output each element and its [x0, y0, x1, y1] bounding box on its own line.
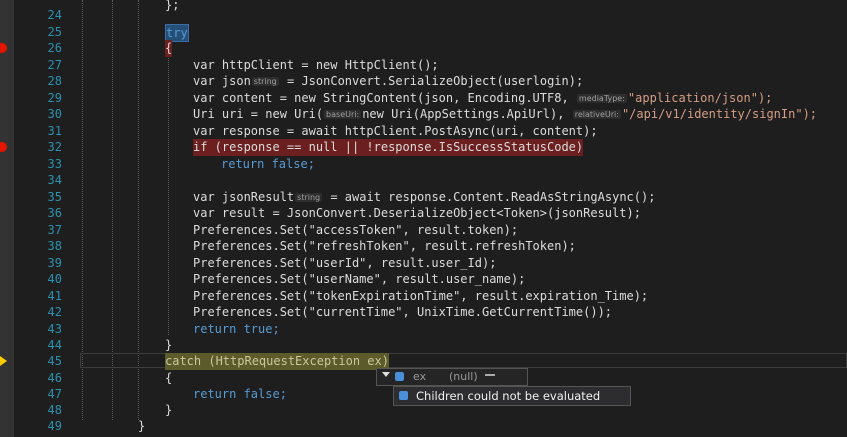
line-number: 32 — [47, 140, 62, 154]
code-line: 25 try — [0, 23, 847, 42]
line-number: 45 — [47, 354, 62, 368]
line-number: 24 — [47, 8, 62, 22]
code-fragment: "application/json"); — [627, 90, 773, 105]
code-text[interactable]: return false; — [193, 386, 287, 403]
line-number: 43 — [47, 321, 62, 336]
code-text[interactable]: Preferences.Set("userId", result.user_Id… — [193, 255, 496, 272]
code-line: 42 Preferences.Set("currentTime", UnixTi… — [0, 304, 847, 321]
code-text[interactable]: var content = new StringContent(json, En… — [193, 90, 772, 108]
datatip-child: Children could not be evaluated — [393, 386, 631, 406]
code-text[interactable]: } — [165, 337, 172, 354]
code-line: 29 var content = new StringContent(json,… — [0, 90, 847, 107]
code-line: 37 Preferences.Set("accessToken", result… — [0, 222, 847, 239]
code-text[interactable]: }; — [165, 0, 179, 14]
breakpoint-icon[interactable] — [0, 43, 7, 53]
code-line: 31 var response = await httpClient.PostA… — [0, 123, 847, 140]
code-fragment: var jsonResult — [193, 189, 295, 204]
code-text[interactable]: var result = JsonConvert.DeserializeObje… — [193, 205, 641, 222]
code-fragment: var json — [193, 74, 251, 88]
datatip-message: Children could not be evaluated — [416, 389, 601, 403]
code-line: 44 } — [0, 337, 847, 354]
code-line: 26 { — [0, 40, 847, 57]
line-number: 27 — [47, 57, 62, 72]
code-text[interactable]: var response = await httpClient.PostAsyn… — [193, 123, 598, 140]
info-icon — [399, 391, 408, 400]
code-line: 24 }; — [0, 0, 847, 24]
inlay-hint: string — [251, 77, 279, 86]
code-fragment: var content = new StringContent(json, En… — [193, 90, 576, 105]
code-text[interactable]: Preferences.Set("tokenExpirationTime", r… — [193, 288, 648, 305]
line-number: 28 — [47, 74, 62, 88]
code-line: 33 return false; — [0, 156, 847, 173]
code-text[interactable]: if (response == null || !response.IsSucc… — [193, 139, 584, 156]
code-text[interactable]: Preferences.Set("userName", result.user_… — [193, 271, 525, 288]
line-number: 37 — [47, 222, 62, 237]
code-text[interactable]: Uri uri = new Uri(baseUri: new Uri(AppSet… — [193, 106, 817, 124]
code-fragment: new Uri(AppSettings.ApiUrl), — [362, 107, 572, 121]
variable-icon — [395, 372, 404, 381]
line-number: 40 — [47, 272, 62, 286]
line-number: 36 — [47, 206, 62, 220]
code-line: 36 var result = JsonConvert.DeserializeO… — [0, 205, 847, 222]
line-number: 49 — [47, 419, 62, 433]
line-number: 42 — [47, 305, 62, 319]
code-text[interactable]: var json string = JsonConvert.SerializeOb… — [193, 73, 583, 91]
line-number: 29 — [47, 90, 62, 105]
datatip-var-value[interactable]: (null) — [449, 370, 478, 383]
line-number: 44 — [47, 338, 62, 352]
code-text[interactable]: var httpClient = new HttpClient(); — [193, 57, 439, 74]
inlay-hint: mediaType: — [576, 93, 627, 103]
code-text[interactable]: { — [165, 40, 173, 57]
line-number: 47 — [47, 387, 62, 401]
code-text[interactable]: Preferences.Set("accessToken", result.to… — [193, 222, 518, 239]
breakpoint-icon[interactable] — [0, 142, 7, 152]
code-text[interactable]: var jsonResult string = await response.Co… — [193, 189, 655, 207]
line-number: 35 — [47, 189, 62, 204]
line-number: 33 — [47, 156, 62, 171]
code-text[interactable]: return true; — [193, 321, 280, 338]
code-line: 34 — [0, 172, 847, 189]
line-number: 46 — [47, 371, 62, 385]
datatip[interactable]: ex (null) — [376, 368, 528, 386]
line-number: 26 — [47, 41, 62, 55]
code-fragment: "/api/v1/identity/signIn"); — [621, 107, 818, 121]
code-text[interactable]: } — [138, 418, 145, 435]
code-text[interactable]: { — [165, 370, 172, 387]
code-line: 32 if (response == null || !response.IsS… — [0, 139, 847, 156]
code-line: 49 } — [0, 418, 847, 435]
code-text[interactable]: return false; — [221, 156, 315, 173]
line-number: 38 — [47, 239, 62, 253]
code-line: 40 Preferences.Set("userName", result.us… — [0, 271, 847, 288]
line-number: 31 — [47, 123, 62, 138]
line-number: 34 — [47, 173, 62, 187]
code-text[interactable]: Preferences.Set("refreshToken", result.r… — [193, 238, 576, 255]
code-fragment: Uri uri = new Uri( — [193, 107, 324, 121]
code-fragment: = await response.Content.ReadAsStringAsy… — [323, 189, 656, 204]
line-number: 30 — [47, 107, 62, 121]
code-line: 41 Preferences.Set("tokenExpirationTime"… — [0, 288, 847, 305]
code-fragment: = JsonConvert.SerializeObject(userlogin)… — [279, 74, 584, 88]
line-number: 41 — [47, 288, 62, 303]
brace: { — [165, 41, 173, 55]
inlay-hint: string — [295, 192, 323, 202]
inlay-hint: relativeUri: — [572, 110, 621, 119]
line-number: 48 — [47, 403, 62, 417]
code-text[interactable]: catch (HttpRequestException ex) — [165, 353, 389, 370]
line-number: 25 — [47, 24, 62, 39]
line-number: 39 — [47, 255, 62, 270]
code-line: 28 var json string = JsonConvert.Serializ… — [0, 73, 847, 90]
code-line: 30 Uri uri = new Uri(baseUri: new Uri(App… — [0, 106, 847, 123]
expand-icon[interactable] — [382, 372, 390, 377]
code-text[interactable]: } — [165, 402, 172, 419]
inlay-hint: baseUri: — [324, 110, 362, 119]
code-line: 35 var jsonResult string = await response… — [0, 189, 847, 206]
code-line: 39 Preferences.Set("userId", result.user… — [0, 255, 847, 272]
code-line: 43 return true; — [0, 321, 847, 338]
code-line: 38 Preferences.Set("refreshToken", resul… — [0, 238, 847, 255]
current-statement-arrow-icon — [0, 356, 7, 366]
pin-icon[interactable] — [485, 374, 495, 376]
datatip-var-name: ex — [413, 370, 427, 383]
code-line: 27 var httpClient = new HttpClient(); — [0, 57, 847, 74]
code-text[interactable]: Preferences.Set("currentTime", UnixTime.… — [193, 304, 612, 321]
